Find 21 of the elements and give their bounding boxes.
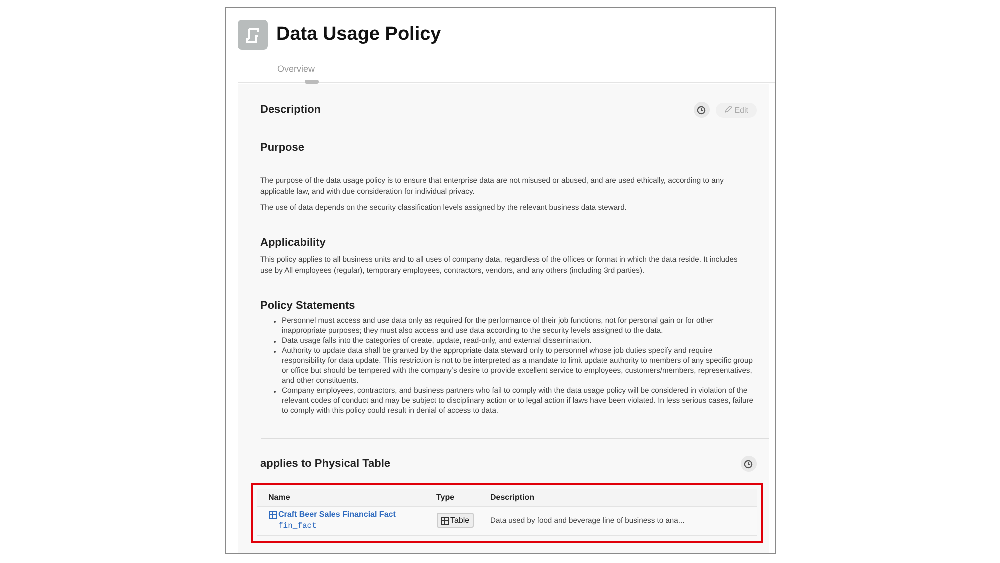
section-heading: Applicability	[260, 237, 327, 249]
clock-icon	[744, 460, 753, 468]
section-heading: Purpose	[260, 142, 306, 154]
table-icon	[440, 516, 448, 524]
page-title: Data Usage Policy	[276, 24, 442, 46]
asset-link[interactable]: Craft Beer Sales Financial Fact	[278, 510, 396, 519]
type-tag: Table	[436, 513, 474, 528]
clock-icon	[697, 106, 706, 114]
section-heading: Policy Statements	[260, 300, 356, 312]
document-icon	[238, 20, 268, 50]
table-icon	[268, 510, 276, 518]
history-button[interactable]	[740, 456, 756, 472]
section-heading: Description	[260, 104, 322, 116]
section-heading: applies to Physical Table	[260, 458, 391, 470]
bullet-icon	[274, 390, 276, 393]
history-button[interactable]	[694, 102, 710, 118]
pencil-icon	[724, 106, 732, 114]
bullet-icon	[274, 340, 276, 343]
asset-code: fin_fact	[278, 522, 317, 531]
bullet-icon	[274, 350, 276, 353]
bullet-icon	[274, 320, 276, 323]
